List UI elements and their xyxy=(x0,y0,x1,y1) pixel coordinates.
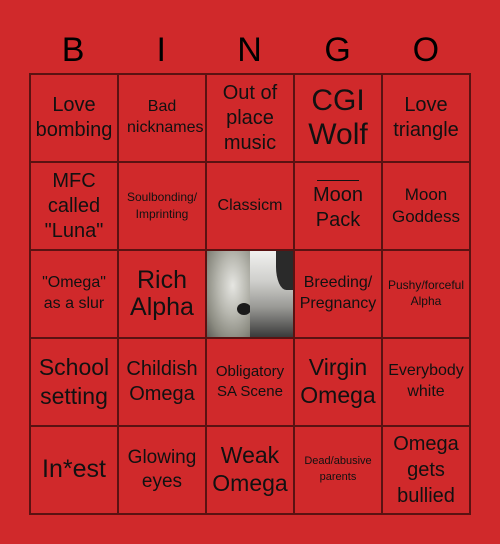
cell-text: Omega gets bullied xyxy=(393,433,459,507)
cell-text: CGI Wolf xyxy=(308,83,368,152)
cell-text: Rich Alpha xyxy=(130,265,194,321)
bingo-cell[interactable]: Classicm xyxy=(206,162,294,250)
cell-text: School setting xyxy=(38,354,110,409)
bingo-cell[interactable]: Omega gets bullied xyxy=(382,426,470,514)
cell-text: Moon Pack xyxy=(312,183,364,231)
bingo-cell[interactable]: MFC called "Luna" xyxy=(30,162,118,250)
bingo-cell[interactable]: Virgin Omega xyxy=(294,338,382,426)
bingo-cell[interactable]: Pushy/forceful Alpha xyxy=(382,250,470,338)
bingo-board: Love bombing Bad nicknames Out of place … xyxy=(29,73,471,515)
header-letter-g: G xyxy=(324,31,351,69)
cell-text: "Omega" as a slur xyxy=(42,274,106,312)
bingo-cell[interactable]: Everybody white xyxy=(382,338,470,426)
cell-text: Love bombing xyxy=(35,94,113,141)
bingo-cell[interactable]: Breeding/ Pregnancy xyxy=(294,250,382,338)
wolf-half xyxy=(207,251,252,337)
bingo-cell[interactable]: "Omega" as a slur xyxy=(30,250,118,338)
free-space[interactable] xyxy=(206,250,294,338)
cell-text: Virgin Omega xyxy=(300,354,376,408)
bingo-cell[interactable]: Out of place music xyxy=(206,74,294,162)
bingo-cell[interactable]: Rich Alpha xyxy=(118,250,206,338)
header-letter-b: B xyxy=(61,31,85,69)
bingo-cell[interactable]: Love bombing xyxy=(30,74,118,162)
cell-text: In*est xyxy=(42,455,106,484)
bingo-cell[interactable]: Moon Pack xyxy=(294,162,382,250)
bingo-cell[interactable]: Soulbonding/ Imprinting xyxy=(118,162,206,250)
cell-text: Weak Omega xyxy=(212,442,288,496)
man-half xyxy=(250,251,293,337)
bingo-cell[interactable]: CGI Wolf xyxy=(294,74,382,162)
header-letter-o: O xyxy=(412,31,440,69)
bingo-header: B I N G O xyxy=(29,28,470,72)
bingo-cell[interactable]: Obligatory SA Scene xyxy=(206,338,294,426)
cell-text: Dead/abusive parents xyxy=(304,455,372,483)
bingo-cell[interactable]: Love triangle xyxy=(382,74,470,162)
wolf-man-portrait-image xyxy=(207,251,293,337)
cell-text: Out of place music xyxy=(222,81,278,154)
bingo-cell[interactable]: Bad nicknames xyxy=(118,74,206,162)
bingo-cell[interactable]: Dead/abusive parents xyxy=(294,426,382,514)
cell-text: Classicm xyxy=(217,196,283,214)
bingo-cell[interactable]: Glowing eyes xyxy=(118,426,206,514)
fill-in-blank-line xyxy=(317,179,359,181)
cell-text: Breeding/ Pregnancy xyxy=(299,274,377,312)
bingo-cell[interactable]: Weak Omega xyxy=(206,426,294,514)
cell-text: Obligatory SA Scene xyxy=(215,362,285,400)
cell-text: MFC called "Luna" xyxy=(44,169,104,242)
cell-text: Soulbonding/ Imprinting xyxy=(126,190,198,221)
cell-text: Love triangle xyxy=(393,94,459,141)
cell-text: Glowing eyes xyxy=(127,447,197,492)
header-letter-n: N xyxy=(237,31,262,69)
cell-text: Moon Goddess xyxy=(391,184,461,226)
cell-text: Everybody white xyxy=(388,362,464,400)
cell-text: Bad nicknames xyxy=(127,98,204,136)
bingo-cell[interactable]: In*est xyxy=(30,426,118,514)
cell-text: Pushy/forceful Alpha xyxy=(387,278,465,308)
cell-text: Childish Omega xyxy=(126,358,198,405)
header-letter-i: I xyxy=(156,31,166,69)
bingo-cell[interactable]: Childish Omega xyxy=(118,338,206,426)
bingo-cell[interactable]: Moon Goddess xyxy=(382,162,470,250)
bingo-cell[interactable]: School setting xyxy=(30,338,118,426)
